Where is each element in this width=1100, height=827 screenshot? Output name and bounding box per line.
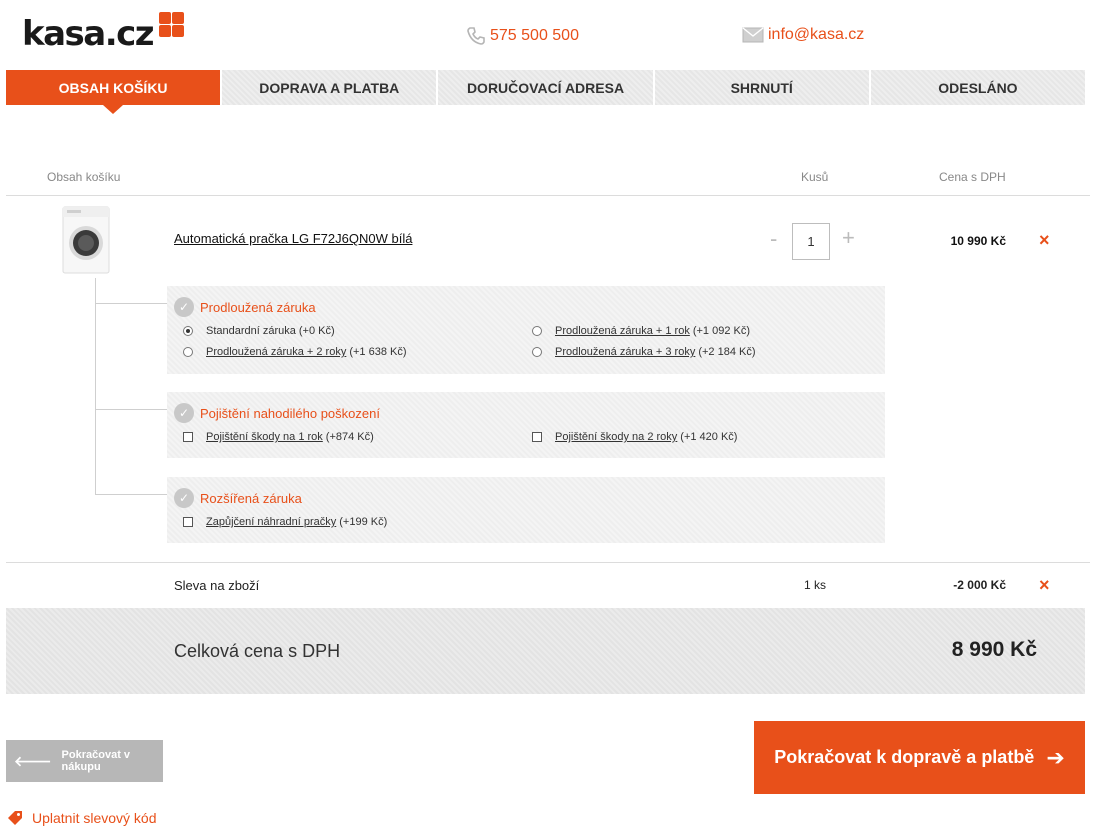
qty-decrease-button[interactable]: - (770, 226, 777, 252)
phone-number: 575 500 500 (490, 27, 579, 44)
button-label: Pokračovat v nákupu (61, 749, 131, 773)
checkbox[interactable] (532, 432, 542, 442)
service-title: ✓ Pojištění nahodilého poškození (174, 403, 380, 423)
tree-connector (95, 303, 167, 304)
apply-coupon-link[interactable]: Uplatnit slevový kód (6, 809, 157, 827)
discount-qty: 1 ks (804, 578, 827, 592)
warranty-option-1-year[interactable]: Prodloužená záruka + 1 rok (+1 092 Kč) (532, 325, 750, 337)
email-address: info@kasa.cz (768, 26, 865, 43)
tree-connector (95, 494, 167, 495)
radio-button[interactable] (183, 347, 193, 357)
col-header-content: Obsah košíku (47, 170, 121, 184)
discount-price: -2 000 Kč (953, 578, 1006, 592)
option-price: (+1 638 Kč) (349, 346, 407, 358)
warranty-option-2-years[interactable]: Prodloužená záruka + 2 roky (+1 638 Kč) (183, 346, 407, 358)
service-title-text: Pojištění nahodilého poškození (200, 405, 380, 421)
step-delivery-address[interactable]: DORUČOVACÍ ADRESA (438, 70, 655, 105)
total-label: Celková cena s DPH (174, 641, 341, 661)
qty-input[interactable]: 1 (792, 223, 830, 260)
logo-mark-icon (155, 10, 185, 40)
radio-button[interactable] (532, 347, 542, 357)
mail-icon (742, 27, 764, 43)
discount-label: Sleva na zboží (174, 578, 260, 593)
phone-icon (467, 27, 485, 45)
divider (6, 195, 1090, 196)
service-extended-warranty: ✓ Prodloužená záruka Standardní záruka (… (167, 286, 885, 374)
gear-icon: ✓ (174, 403, 194, 423)
checkbox[interactable] (183, 517, 193, 527)
coverage-option-replacement-washer[interactable]: Zapůjčení náhradní pračky (+199 Kč) (183, 516, 387, 528)
option-price: (+199 Kč) (339, 516, 388, 528)
service-damage-insurance: ✓ Pojištění nahodilého poškození Pojiště… (167, 392, 885, 458)
checkbox[interactable] (183, 432, 193, 442)
service-title-text: Rozšířená záruka (200, 490, 302, 506)
qty-increase-button[interactable]: + (842, 225, 855, 251)
option-link[interactable]: Pojištění škody na 2 roky (555, 431, 677, 443)
tag-icon (8, 811, 22, 825)
checkout-steps: OBSAH KOŠÍKU DOPRAVA A PLATBA DORUČOVACÍ… (6, 70, 1086, 114)
option-link[interactable]: Pojištění škody na 1 rok (206, 431, 323, 443)
total-price: 8 990 Kč (951, 638, 1037, 661)
service-title-text: Prodloužená záruka (200, 299, 316, 315)
option-link[interactable]: Prodloužená záruka + 2 roky (206, 346, 346, 358)
radio-button[interactable] (183, 326, 193, 336)
insurance-option-2-years[interactable]: Pojištění škody na 2 roky (+1 420 Kč) (532, 431, 737, 443)
logo[interactable]: kasa.cz (22, 12, 185, 56)
col-header-qty: Kusů (801, 170, 829, 184)
option-link[interactable]: Prodloužená záruka + 1 rok (555, 325, 690, 337)
coupon-link-text: Uplatnit slevový kód (32, 810, 157, 826)
step-sent[interactable]: ODESLÁNO (870, 70, 1086, 105)
button-label: Pokračovat k dopravě a platbě (774, 747, 1035, 767)
arrow-left-icon: 🡐 (14, 752, 52, 769)
insurance-option-1-year[interactable]: Pojištění škody na 1 rok (+874 Kč) (183, 431, 374, 443)
arrow-right-icon: ➔ (1046, 744, 1065, 770)
service-extended-coverage: ✓ Rozšířená záruka Zapůjčení náhradní pr… (167, 477, 885, 543)
option-price: (+1 092 Kč) (692, 325, 751, 337)
radio-button[interactable] (532, 326, 542, 336)
tree-connector (95, 278, 96, 495)
product-price: 10 990 Kč (950, 234, 1006, 248)
option-price: (+1 420 Kč) (680, 431, 738, 443)
product-name-link[interactable]: Automatická pračka LG F72J6QN0W bílá (174, 231, 412, 246)
total-bar: Celková cena s DPH 8 990 Kč (6, 608, 1085, 694)
divider (6, 562, 1090, 563)
tree-connector (95, 409, 167, 410)
service-title: ✓ Rozšířená záruka (174, 488, 302, 508)
step-cart-contents[interactable]: OBSAH KOŠÍKU (6, 70, 223, 114)
continue-shopping-button[interactable]: 🡐 Pokračovat v nákupu (6, 740, 163, 782)
warranty-option-standard[interactable]: Standardní záruka (+0 Kč) (183, 325, 335, 337)
gear-icon: ✓ (174, 297, 194, 317)
product-image[interactable] (58, 205, 114, 275)
gear-icon: ✓ (174, 488, 194, 508)
col-header-price: Cena s DPH (939, 170, 1006, 184)
step-summary[interactable]: SHRNUTÍ (654, 70, 871, 105)
option-link[interactable]: Prodloužená záruka + 3 roky (555, 346, 695, 358)
email-contact[interactable]: info@kasa.cz (742, 26, 864, 44)
option-price: (+2 184 Kč) (698, 346, 756, 358)
step-shipping-payment[interactable]: DOPRAVA A PLATBA (222, 70, 439, 105)
phone-contact[interactable]: 575 500 500 (466, 26, 579, 46)
warranty-option-3-years[interactable]: Prodloužená záruka + 3 roky (+2 184 Kč) (532, 346, 756, 358)
option-price: (+0 Kč) (298, 325, 335, 337)
option-price: (+874 Kč) (325, 431, 374, 443)
close-icon[interactable]: × (1039, 575, 1050, 596)
option-label: Standardní záruka (206, 325, 296, 337)
logo-text: kasa.cz (22, 14, 155, 54)
close-icon[interactable]: × (1039, 230, 1050, 251)
option-link[interactable]: Zapůjčení náhradní pračky (206, 516, 336, 528)
continue-to-shipping-button[interactable]: Pokračovat k dopravě a platbě ➔ (754, 721, 1085, 794)
service-title: ✓ Prodloužená záruka (174, 297, 316, 317)
